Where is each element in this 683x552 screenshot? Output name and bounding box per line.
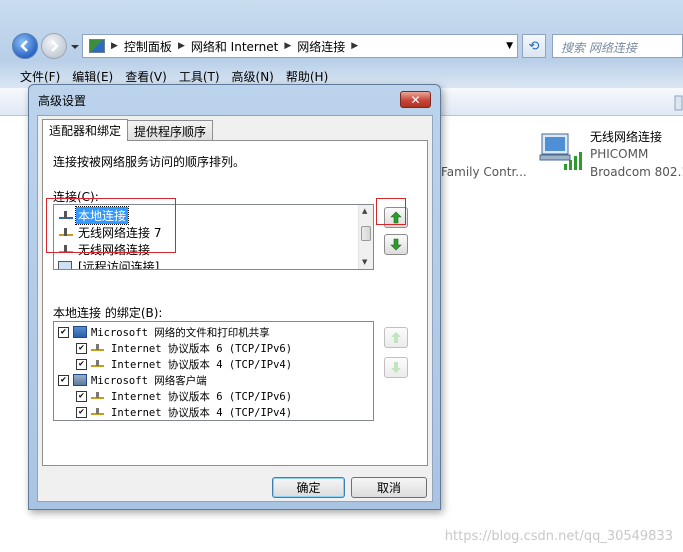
- tab-provider-order[interactable]: 提供程序顺序: [127, 120, 214, 140]
- close-button[interactable]: ✕: [400, 91, 431, 108]
- cancel-button[interactable]: 取消: [351, 477, 427, 498]
- refresh-icon: ⟲: [528, 38, 540, 54]
- ok-button[interactable]: 确定: [272, 477, 345, 498]
- connection-ssid: PHICOMM: [590, 147, 649, 161]
- recent-pages-dropdown-icon[interactable]: [70, 42, 80, 52]
- view-options-icon[interactable]: [674, 95, 683, 111]
- protocol-icon: [91, 343, 105, 353]
- menu-help[interactable]: 帮助(H): [280, 66, 334, 86]
- control-panel-icon: [89, 39, 105, 53]
- tree-row[interactable]: ✔ Microsoft 网络客户端: [58, 372, 207, 388]
- menu-advanced[interactable]: 高级(N): [226, 66, 280, 86]
- breadcrumb-separator-icon[interactable]: ▶: [111, 41, 118, 51]
- dialog-title: 高级设置: [38, 94, 87, 108]
- checkbox-checked-icon[interactable]: ✔: [76, 358, 87, 370]
- bindings-label: 本地连接 的绑定(B):: [53, 306, 163, 320]
- tree-row-label: Microsoft 网络客户端: [91, 374, 207, 387]
- tree-row[interactable]: ✔ Microsoft 网络的文件和打印机共享: [58, 324, 270, 340]
- tree-row-label: Microsoft 网络的文件和打印机共享: [91, 326, 270, 339]
- advanced-settings-dialog: 高级设置 ✕ 适配器和绑定 提供程序顺序 连接按被网络服务访问的顺序排列。 连接…: [28, 84, 441, 510]
- description-text: 连接按被网络服务访问的顺序排列。: [53, 155, 246, 169]
- tab-adapters-bindings[interactable]: 适配器和绑定: [42, 119, 129, 141]
- scroll-thumb[interactable]: [361, 226, 371, 241]
- tree-row-label: Internet 协议版本 4 (TCP/IPv4): [111, 406, 293, 419]
- breadcrumb-separator-icon[interactable]: ▶: [351, 41, 358, 51]
- tree-row[interactable]: ✔ Internet 协议版本 6 (TCP/IPv6): [76, 388, 292, 404]
- binding-move-down-button[interactable]: [384, 357, 408, 378]
- connection-adapter: Broadcom 802.1: [590, 165, 683, 179]
- forward-button[interactable]: [41, 33, 67, 59]
- breadcrumb-item[interactable]: 控制面板: [124, 38, 172, 55]
- address-bar[interactable]: ▶ 控制面板 ▶ 网络和 Internet ▶ 网络连接 ▶ ▼: [82, 34, 518, 58]
- menu-tools[interactable]: 工具(T): [173, 66, 226, 86]
- protocol-icon: [91, 359, 105, 369]
- checkbox-checked-icon[interactable]: ✔: [76, 390, 87, 402]
- network-client-icon: [73, 374, 87, 386]
- highlight-box-connections: [46, 198, 176, 253]
- search-input[interactable]: 搜索 网络连接: [552, 34, 683, 58]
- refresh-button[interactable]: ⟲: [522, 34, 546, 58]
- dialog-body: 适配器和绑定 提供程序顺序 连接按被网络服务访问的顺序排列。 连接(C): 本地…: [37, 115, 433, 502]
- checkbox-checked-icon[interactable]: ✔: [58, 326, 69, 338]
- checkbox-checked-icon[interactable]: ✔: [76, 406, 87, 418]
- tab-panel: 连接按被网络服务访问的顺序排列。 连接(C): 本地连接 无线网络连接 7 无线…: [42, 140, 428, 466]
- checkbox-checked-icon[interactable]: ✔: [58, 374, 69, 386]
- arrow-down-icon: [390, 238, 402, 251]
- breadcrumb-separator-icon[interactable]: ▶: [178, 41, 185, 51]
- bindings-tree[interactable]: ✔ Microsoft 网络的文件和打印机共享 ✔ Internet 协议版本 …: [53, 321, 374, 421]
- breadcrumb-separator-icon[interactable]: ▶: [284, 41, 291, 51]
- address-row: ▶ 控制面板 ▶ 网络和 Internet ▶ 网络连接 ▶ ▼ ⟲ 搜索 网络…: [0, 30, 683, 62]
- breadcrumb-item[interactable]: 网络连接: [297, 38, 345, 55]
- back-button[interactable]: [12, 33, 38, 59]
- arrow-right-icon: [51, 40, 59, 52]
- scroll-up-icon[interactable]: ▲: [362, 207, 367, 215]
- move-down-button[interactable]: [384, 234, 408, 255]
- menu-view[interactable]: 查看(V): [119, 66, 173, 86]
- menu-bar: 文件(F) 编辑(E) 查看(V) 工具(T) 高级(N) 帮助(H): [14, 66, 334, 86]
- tab-strip: 适配器和绑定 提供程序顺序: [42, 119, 214, 141]
- tree-row-label: Internet 协议版本 6 (TCP/IPv6): [111, 390, 293, 403]
- tree-row-label: Internet 协议版本 4 (TCP/IPv4): [111, 358, 293, 371]
- wireless-connection-icon[interactable]: [536, 128, 584, 172]
- connection-name[interactable]: 无线网络连接: [590, 128, 662, 145]
- arrow-down-icon: [391, 362, 401, 373]
- protocol-icon: [91, 391, 105, 401]
- binding-move-up-button[interactable]: [384, 327, 408, 348]
- arrow-up-icon: [391, 332, 401, 343]
- breadcrumb-item[interactable]: 网络和 Internet: [191, 38, 278, 55]
- tree-row[interactable]: ✔ Internet 协议版本 6 (TCP/IPv6): [76, 340, 292, 356]
- checkbox-checked-icon[interactable]: ✔: [76, 342, 87, 354]
- file-printer-sharing-icon: [73, 326, 87, 338]
- remote-access-icon: [58, 261, 72, 269]
- list-item-label: [远程访问连接]: [78, 260, 160, 270]
- listbox-scrollbar[interactable]: ▲ ▼: [358, 205, 373, 269]
- address-dropdown-icon[interactable]: ▼: [506, 41, 513, 51]
- tree-row[interactable]: ✔ Internet 协议版本 4 (TCP/IPv4): [76, 404, 292, 420]
- adapter-description: Family Contr...: [441, 165, 527, 179]
- protocol-icon: [91, 407, 105, 417]
- highlight-box-move-up: [376, 198, 406, 225]
- menu-edit[interactable]: 编辑(E): [66, 66, 119, 86]
- close-icon: ✕: [410, 92, 421, 107]
- tree-row-label: Internet 协议版本 6 (TCP/IPv6): [111, 342, 293, 355]
- menu-file[interactable]: 文件(F): [14, 66, 66, 86]
- list-item[interactable]: [远程访问连接]: [58, 258, 161, 270]
- watermark-text: https://blog.csdn.net/qq_30549833: [444, 529, 673, 544]
- arrow-left-icon: [20, 40, 28, 52]
- scroll-down-icon[interactable]: ▼: [362, 258, 367, 266]
- tree-row[interactable]: ✔ Internet 协议版本 4 (TCP/IPv4): [76, 356, 292, 372]
